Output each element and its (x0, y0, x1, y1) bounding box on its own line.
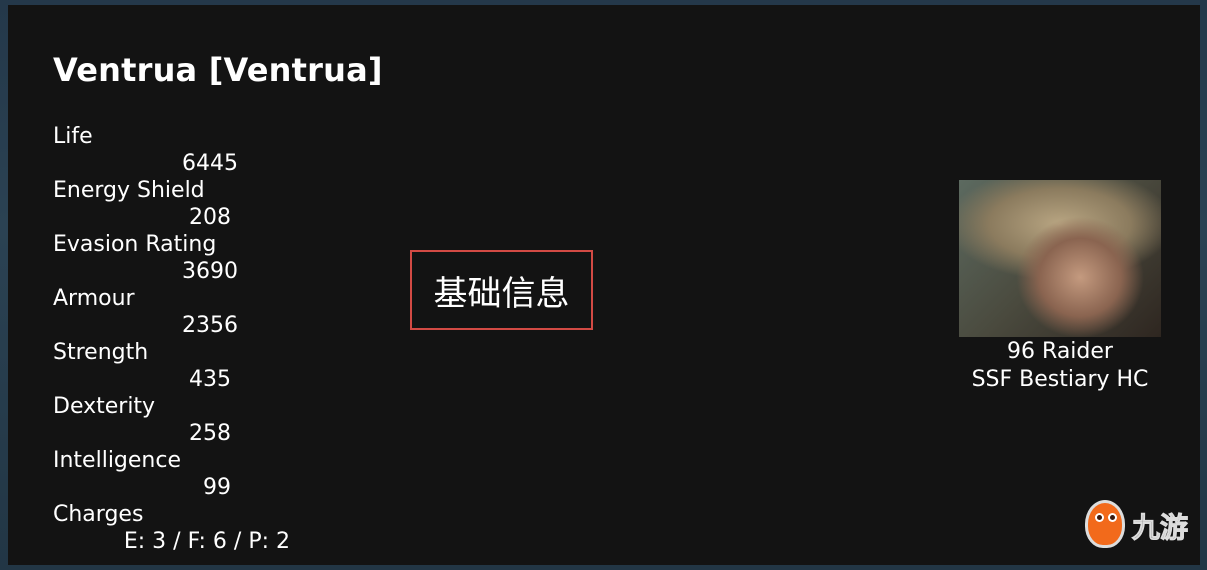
stat-label-intelligence: Intelligence (53, 448, 182, 473)
stat-label-energy-shield: Energy Shield (53, 178, 205, 203)
stat-label-dexterity: Dexterity (53, 394, 156, 419)
stat-label-armour: Armour (53, 286, 135, 311)
stat-value-charges: E: 3 / F: 6 / P: 2 (123, 529, 290, 554)
stat-value-energy-shield: 208 (189, 205, 231, 230)
watermark-mascot-icon (1085, 500, 1125, 548)
character-panel: Ventrua [Ventrua] Life 6445 Energy Shiel… (8, 5, 1200, 565)
stat-label-strength: Strength (53, 340, 149, 365)
stat-label-evasion: Evasion Rating (53, 232, 217, 257)
stat-value-strength: 435 (189, 367, 231, 392)
stat-value-intelligence: 99 (203, 475, 231, 500)
mascot-eye-icon (1108, 513, 1117, 522)
character-level-class: 96 Raider (1007, 339, 1113, 364)
annotation-label: 基础信息 (410, 250, 593, 330)
watermark-text: 九游 (1131, 511, 1189, 545)
stat-value-life: 6445 (182, 151, 238, 176)
character-title: Ventrua [Ventrua] (53, 51, 383, 89)
mascot-eye-icon (1095, 513, 1104, 522)
stat-value-armour: 2356 (182, 313, 238, 338)
character-portrait (959, 180, 1161, 337)
stats-list: Life 6445 Energy Shield 208 Evasion Rati… (53, 123, 290, 555)
stat-value-dexterity: 258 (189, 421, 231, 446)
character-league: SSF Bestiary HC (971, 367, 1149, 392)
character-info: 96 Raider SSF Bestiary HC (959, 338, 1161, 394)
stat-label-life: Life (53, 124, 93, 149)
stat-label-charges: Charges (53, 502, 144, 527)
stat-value-evasion: 3690 (182, 259, 238, 284)
